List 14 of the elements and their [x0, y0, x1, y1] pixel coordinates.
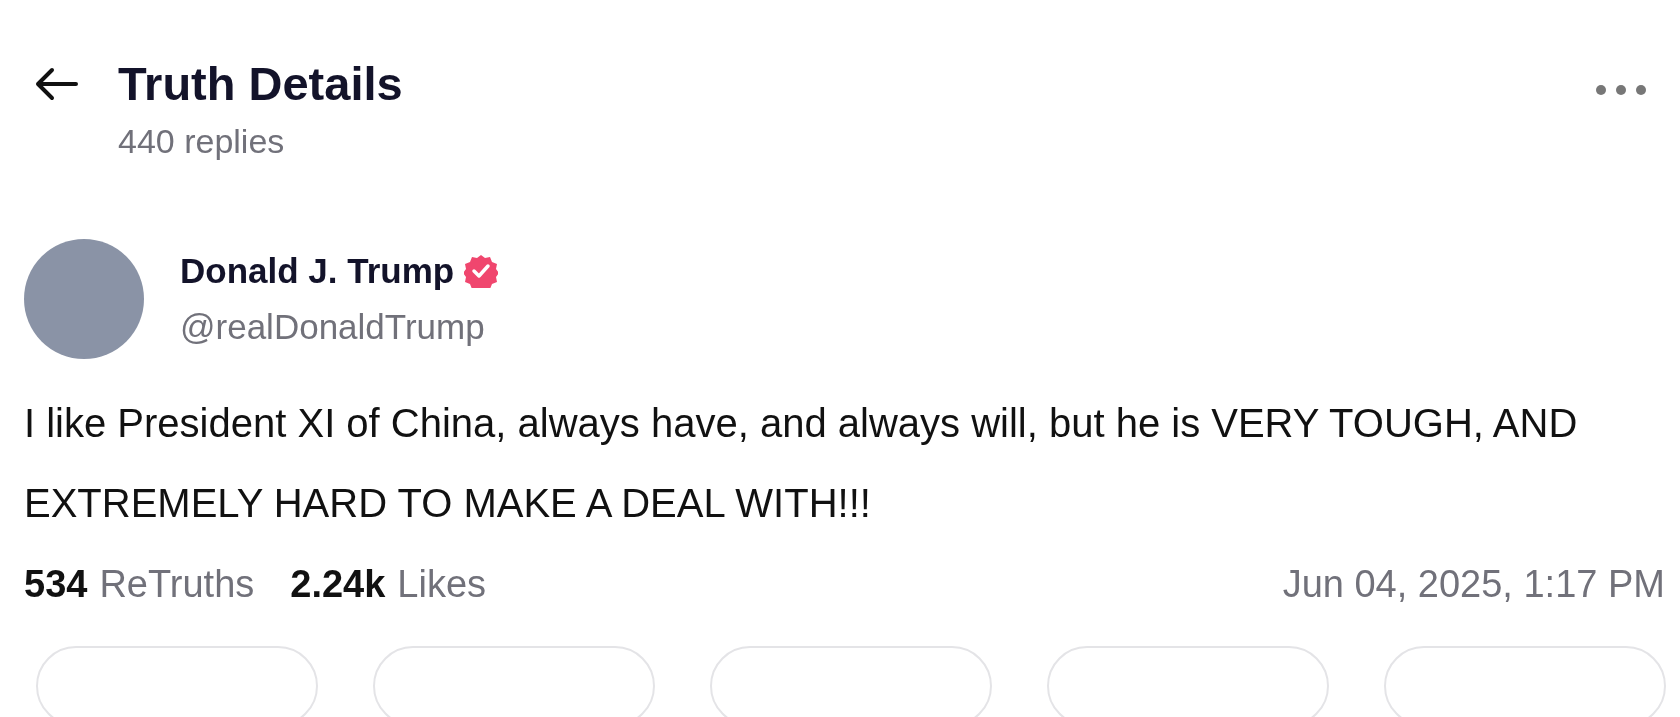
post-timestamp: Jun 04, 2025, 1:17 PM	[1282, 563, 1665, 606]
more-icon	[1595, 84, 1647, 96]
reply-count: 440 replies	[118, 122, 286, 161]
back-arrow-icon	[34, 66, 78, 102]
stat-count: 534	[24, 563, 88, 606]
author-handle[interactable]: @realDonaldTrump	[180, 307, 499, 347]
page-title: Truth Details	[118, 58, 403, 110]
back-button[interactable]	[34, 66, 78, 102]
stat-label: Likes	[397, 563, 487, 606]
stat-label: ReTruths	[99, 563, 255, 606]
stat-count: 2.24k	[290, 563, 386, 606]
author-name[interactable]: Donald J. Trump	[180, 251, 455, 291]
more-options-button[interactable]	[1595, 84, 1647, 96]
post-text: I like President XI of China, always have, and always will, but he is VERY TOUGH, AND EXTREMELY HARD TO MAKE A DEAL WITH!!!	[24, 400, 1579, 527]
